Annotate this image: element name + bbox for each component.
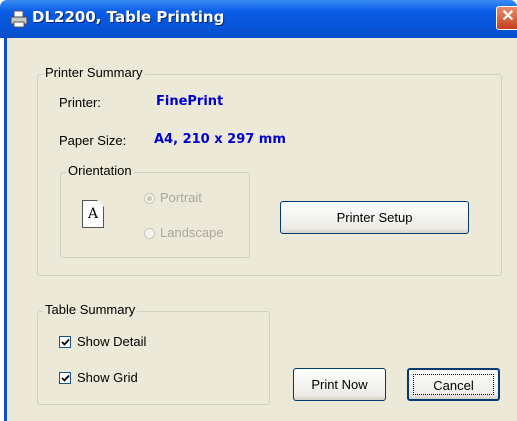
checkmark-icon: [61, 338, 70, 346]
landscape-radio[interactable]: [144, 228, 155, 239]
dialog-body: Printer Summary Printer: FinePrint Paper…: [4, 38, 517, 421]
show-grid-checkbox[interactable]: [59, 372, 71, 384]
dialog-window: DL2200, Table Printing ✕ Printer Summary…: [0, 0, 517, 421]
print-now-button[interactable]: Print Now: [293, 368, 386, 401]
printer-setup-button[interactable]: Printer Setup: [280, 201, 469, 234]
paper-size-label: Paper Size:: [59, 133, 127, 148]
portrait-label[interactable]: Portrait: [160, 190, 202, 205]
show-detail-checkbox[interactable]: [59, 336, 71, 348]
close-button[interactable]: ✕: [496, 6, 517, 30]
table-summary-group: [37, 311, 270, 405]
checkmark-icon: [61, 374, 70, 382]
cancel-button[interactable]: Cancel: [407, 368, 500, 401]
show-detail-label[interactable]: Show Detail: [77, 334, 146, 349]
cancel-button-label: Cancel: [413, 374, 494, 395]
title-bar[interactable]: DL2200, Table Printing ✕: [0, 0, 517, 38]
printer-icon: [10, 10, 28, 28]
close-icon: ✕: [501, 8, 515, 25]
orientation-legend: Orientation: [66, 163, 134, 178]
printer-value: FinePrint: [156, 94, 224, 109]
printer-summary-legend: Printer Summary: [43, 65, 145, 80]
portrait-page-icon: A: [82, 200, 104, 228]
landscape-label[interactable]: Landscape: [160, 225, 224, 240]
paper-size-value: A4, 210 x 297 mm: [154, 132, 286, 147]
table-summary-legend: Table Summary: [43, 302, 138, 317]
portrait-radio[interactable]: [144, 193, 155, 204]
show-grid-label[interactable]: Show Grid: [77, 370, 138, 385]
window-title: DL2200, Table Printing: [32, 8, 225, 26]
printer-label: Printer:: [59, 95, 101, 110]
